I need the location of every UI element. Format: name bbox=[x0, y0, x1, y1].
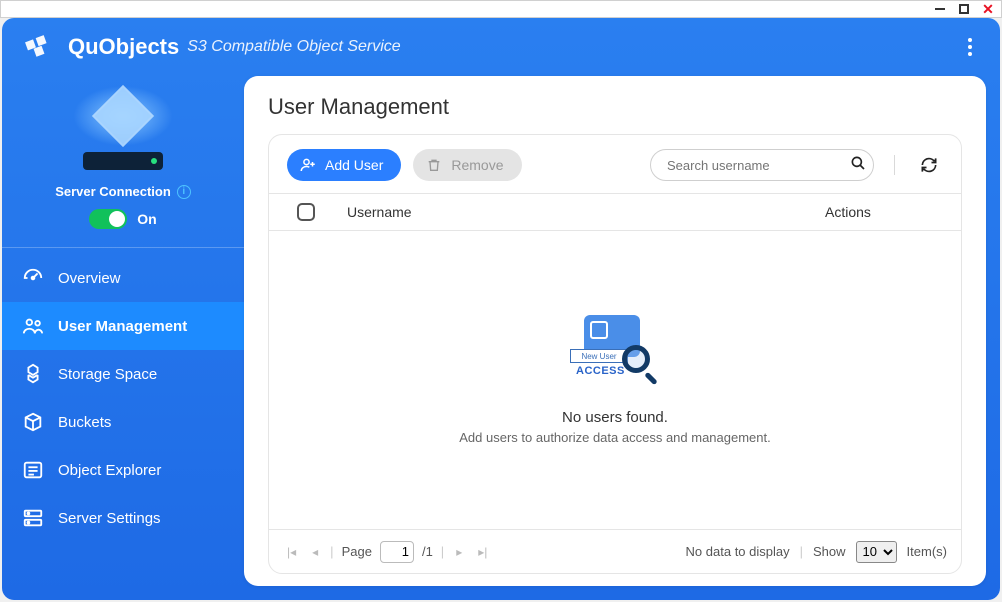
gauge-icon bbox=[22, 267, 44, 289]
sidebar-item-label: User Management bbox=[58, 318, 187, 335]
cubes-icon bbox=[22, 363, 44, 385]
refresh-button[interactable] bbox=[915, 151, 943, 179]
users-icon bbox=[22, 315, 44, 337]
sidebar-item-object-explorer[interactable]: Object Explorer bbox=[2, 446, 244, 494]
sidebar-item-user-management[interactable]: User Management bbox=[2, 302, 244, 350]
main-panel: User Management Add User Remove bbox=[244, 76, 986, 586]
server-icon bbox=[22, 507, 44, 529]
server-art-icon bbox=[63, 86, 183, 176]
header-menu-button[interactable] bbox=[960, 30, 980, 64]
empty-state-icon: New User ACCESS bbox=[570, 315, 660, 395]
app-logo-icon bbox=[22, 30, 56, 64]
sidebar-item-label: Storage Space bbox=[58, 366, 157, 383]
server-state-label: On bbox=[137, 211, 156, 227]
pager-page-size-select[interactable]: 10 bbox=[856, 541, 897, 563]
sidebar-item-label: Object Explorer bbox=[58, 462, 161, 479]
window-minimize-button[interactable] bbox=[933, 2, 947, 16]
app-subtitle: S3 Compatible Object Service bbox=[187, 38, 400, 56]
add-user-button[interactable]: Add User bbox=[287, 149, 401, 181]
info-icon[interactable]: i bbox=[177, 185, 191, 199]
sidebar-item-overview[interactable]: Overview bbox=[2, 254, 244, 302]
pager-next-button[interactable]: ▸ bbox=[452, 543, 466, 561]
pager-page-label: Page bbox=[342, 544, 372, 559]
empty-state: New User ACCESS No users found. Add user… bbox=[269, 231, 961, 529]
sidebar-nav: Overview User Management Storage Space B… bbox=[2, 247, 244, 542]
add-user-label: Add User bbox=[325, 157, 383, 173]
app-name: QuObjects bbox=[68, 34, 179, 60]
pager-total: /1 bbox=[422, 544, 433, 559]
pager-items-label: Item(s) bbox=[907, 544, 947, 559]
app-header: QuObjects S3 Compatible Object Service bbox=[2, 18, 1000, 76]
sidebar-item-label: Server Settings bbox=[58, 510, 161, 527]
empty-subtitle: Add users to authorize data access and m… bbox=[459, 430, 770, 445]
refresh-icon bbox=[919, 155, 939, 175]
pager-last-button[interactable]: ▸| bbox=[474, 543, 491, 561]
remove-button: Remove bbox=[413, 149, 521, 181]
select-all-checkbox[interactable] bbox=[297, 203, 315, 221]
server-status-block: Server Connection i On bbox=[2, 76, 244, 247]
column-username[interactable]: Username bbox=[343, 204, 825, 220]
sidebar-item-storage-space[interactable]: Storage Space bbox=[2, 350, 244, 398]
os-titlebar: ✕ bbox=[0, 0, 1002, 18]
pager-prev-button[interactable]: ◂ bbox=[308, 543, 322, 561]
column-actions: Actions bbox=[825, 204, 961, 220]
cube-icon bbox=[22, 411, 44, 433]
window-maximize-button[interactable] bbox=[957, 2, 971, 16]
sidebar: Server Connection i On Overview User Man… bbox=[2, 76, 244, 586]
search-input[interactable] bbox=[667, 158, 843, 173]
content-panel: Add User Remove bbox=[268, 134, 962, 574]
pager: |◂ ◂ | Page /1 | ▸ ▸| No data to display… bbox=[269, 529, 961, 573]
sidebar-item-label: Buckets bbox=[58, 414, 111, 431]
trash-icon bbox=[425, 156, 443, 174]
sidebar-item-buckets[interactable]: Buckets bbox=[2, 398, 244, 446]
list-icon bbox=[22, 459, 44, 481]
toolbar-divider bbox=[894, 155, 895, 175]
sidebar-item-label: Overview bbox=[58, 270, 121, 287]
pager-page-input[interactable] bbox=[380, 541, 414, 563]
add-user-icon bbox=[299, 156, 317, 174]
server-connection-toggle[interactable] bbox=[89, 209, 127, 229]
page-title: User Management bbox=[268, 94, 962, 120]
toolbar: Add User Remove bbox=[269, 135, 961, 193]
pager-no-data: No data to display bbox=[686, 544, 790, 559]
window-close-button[interactable]: ✕ bbox=[981, 2, 995, 16]
sidebar-item-server-settings[interactable]: Server Settings bbox=[2, 494, 244, 542]
app-window: QuObjects S3 Compatible Object Service S… bbox=[2, 18, 1000, 600]
pager-show-label: Show bbox=[813, 544, 846, 559]
table-header: Username Actions bbox=[269, 193, 961, 231]
search-box[interactable] bbox=[650, 149, 874, 181]
search-icon bbox=[849, 154, 867, 177]
pager-first-button[interactable]: |◂ bbox=[283, 543, 300, 561]
empty-title: No users found. bbox=[562, 409, 668, 426]
server-connection-label: Server Connection bbox=[55, 184, 171, 199]
remove-label: Remove bbox=[451, 157, 503, 173]
